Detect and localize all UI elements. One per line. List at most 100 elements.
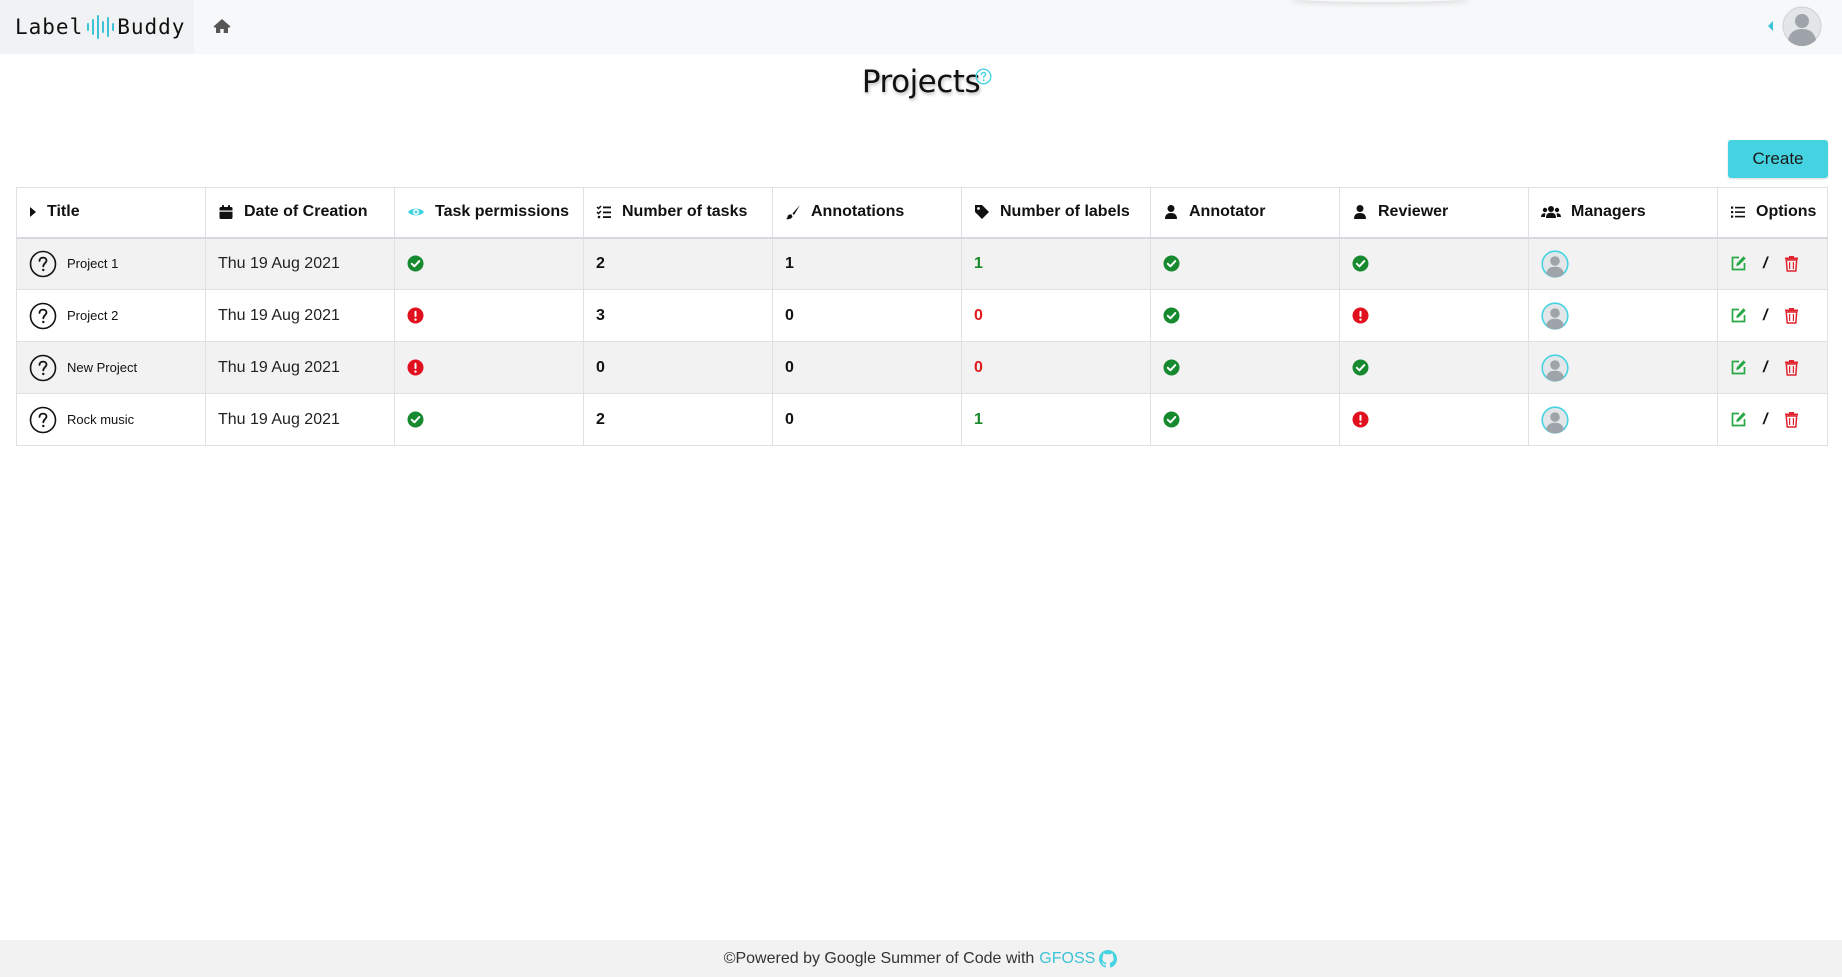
manager-avatar-icon[interactable] (1541, 301, 1569, 330)
cell-title: Rock music (16, 393, 206, 446)
exclamation-circle-icon (1352, 411, 1369, 428)
header-label: Annotations (811, 203, 905, 221)
cell-annotator (1150, 237, 1340, 290)
gfoss-link[interactable]: GFOSS (1039, 950, 1095, 968)
eye-icon (408, 208, 424, 216)
question-circle-icon[interactable] (29, 302, 57, 330)
question-circle-icon[interactable] (29, 250, 57, 278)
edit-icon[interactable] (1730, 359, 1747, 376)
edit-icon[interactable] (1730, 255, 1747, 272)
edit-icon[interactable] (1730, 411, 1747, 428)
list-icon (1731, 206, 1745, 218)
cell-number-of-labels: 0 (961, 341, 1151, 394)
cell-number-of-labels: 1 (961, 237, 1151, 290)
cell-number-of-tasks: 0 (583, 341, 773, 394)
header-label: Date of Creation (244, 203, 368, 221)
cell-title: Project 2 (16, 289, 206, 342)
options-separator: / (1763, 306, 1768, 324)
project-title-link[interactable]: Project 1 (67, 256, 118, 271)
cell-options: / (1717, 237, 1828, 290)
col-title-header[interactable]: Title (16, 187, 206, 239)
brand-text-left: Label (15, 15, 84, 39)
trash-icon[interactable] (1783, 411, 1800, 428)
table-header-row: Title Date of Creation Task permissions … (16, 187, 1828, 239)
projects-table: Title Date of Creation Task permissions … (16, 187, 1828, 446)
caret-left-icon[interactable] (1768, 21, 1773, 31)
github-icon[interactable] (1098, 949, 1118, 969)
user-avatar-icon[interactable] (1782, 6, 1822, 46)
exclamation-circle-icon (407, 359, 424, 376)
col-number-of-labels-header: Number of labels (961, 187, 1151, 239)
cell-reviewer (1339, 237, 1529, 290)
home-icon[interactable] (212, 16, 232, 36)
labels-count: 0 (974, 306, 983, 324)
cell-date: Thu 19 Aug 2021 (205, 341, 395, 394)
check-circle-icon (407, 255, 424, 272)
check-circle-icon (1352, 255, 1369, 272)
annotations-count: 1 (785, 254, 794, 272)
help-icon[interactable] (975, 68, 992, 85)
manager-avatar-icon[interactable] (1541, 250, 1569, 278)
check-circle-icon (1163, 359, 1180, 376)
header-label: Number of labels (1000, 203, 1130, 221)
col-managers-header: Managers (1528, 187, 1718, 239)
col-annotator-header: Annotator (1150, 187, 1340, 239)
trash-icon[interactable] (1783, 307, 1800, 324)
options-separator: / (1763, 254, 1768, 272)
labels-count: 1 (974, 410, 983, 428)
cell-number-of-labels: 0 (961, 289, 1151, 342)
table-row: Project 2 Thu 19 Aug 2021 3 0 0 / (16, 289, 1828, 342)
check-circle-icon (407, 411, 424, 428)
cell-number-of-tasks: 3 (583, 289, 773, 342)
creation-date: Thu 19 Aug 2021 (218, 358, 340, 376)
check-circle-icon (1163, 307, 1180, 324)
question-circle-icon[interactable] (29, 406, 57, 434)
cell-annotations: 0 (772, 341, 962, 394)
cell-number-of-tasks: 2 (583, 393, 773, 446)
cell-reviewer (1339, 341, 1529, 394)
cell-managers (1528, 289, 1718, 342)
cell-managers (1528, 393, 1718, 446)
brand-text-right: Buddy (117, 15, 186, 39)
trash-icon[interactable] (1783, 255, 1800, 272)
header-label: Title (47, 203, 80, 221)
header-label: Reviewer (1378, 203, 1449, 221)
footer: ©Powered by Google Summer of Code with G… (0, 940, 1842, 977)
cell-options: / (1717, 289, 1828, 342)
soundwave-icon (85, 13, 115, 41)
check-circle-icon (1163, 411, 1180, 428)
annotations-count: 0 (785, 358, 794, 376)
top-navbar: Label Buddy (0, 0, 1842, 54)
cell-managers (1528, 237, 1718, 290)
project-title-link[interactable]: Project 2 (67, 308, 118, 323)
brand-logo[interactable]: Label Buddy (0, 0, 194, 54)
trash-icon[interactable] (1783, 359, 1800, 376)
tag-icon (975, 205, 989, 220)
table-row: Rock music Thu 19 Aug 2021 2 0 1 / (16, 393, 1828, 446)
user-icon (1165, 205, 1177, 220)
calendar-icon (219, 205, 233, 220)
cell-annotator (1150, 289, 1340, 342)
header-label: Annotator (1189, 203, 1266, 221)
tasks-icon (596, 205, 611, 219)
edit-icon[interactable] (1730, 307, 1747, 324)
tasks-count: 2 (596, 410, 605, 428)
project-title-link[interactable]: New Project (67, 360, 137, 375)
col-options-header: Options (1717, 187, 1828, 239)
create-project-button[interactable]: Create (1728, 140, 1828, 178)
annotations-count: 0 (785, 306, 794, 324)
page-header: Projects (0, 64, 1842, 100)
cell-title: New Project (16, 341, 206, 394)
check-circle-icon (1163, 255, 1180, 272)
question-circle-icon[interactable] (29, 354, 57, 382)
caret-right-icon (30, 207, 36, 218)
project-title-link[interactable]: Rock music (67, 412, 134, 427)
cell-date: Thu 19 Aug 2021 (205, 237, 395, 290)
options-separator: / (1763, 410, 1768, 428)
cell-managers (1528, 341, 1718, 394)
manager-avatar-icon[interactable] (1541, 405, 1569, 434)
cell-task-permissions (394, 289, 584, 342)
manager-avatar-icon[interactable] (1541, 353, 1569, 382)
tasks-count: 0 (596, 358, 605, 376)
page-title: Projects (861, 64, 981, 100)
